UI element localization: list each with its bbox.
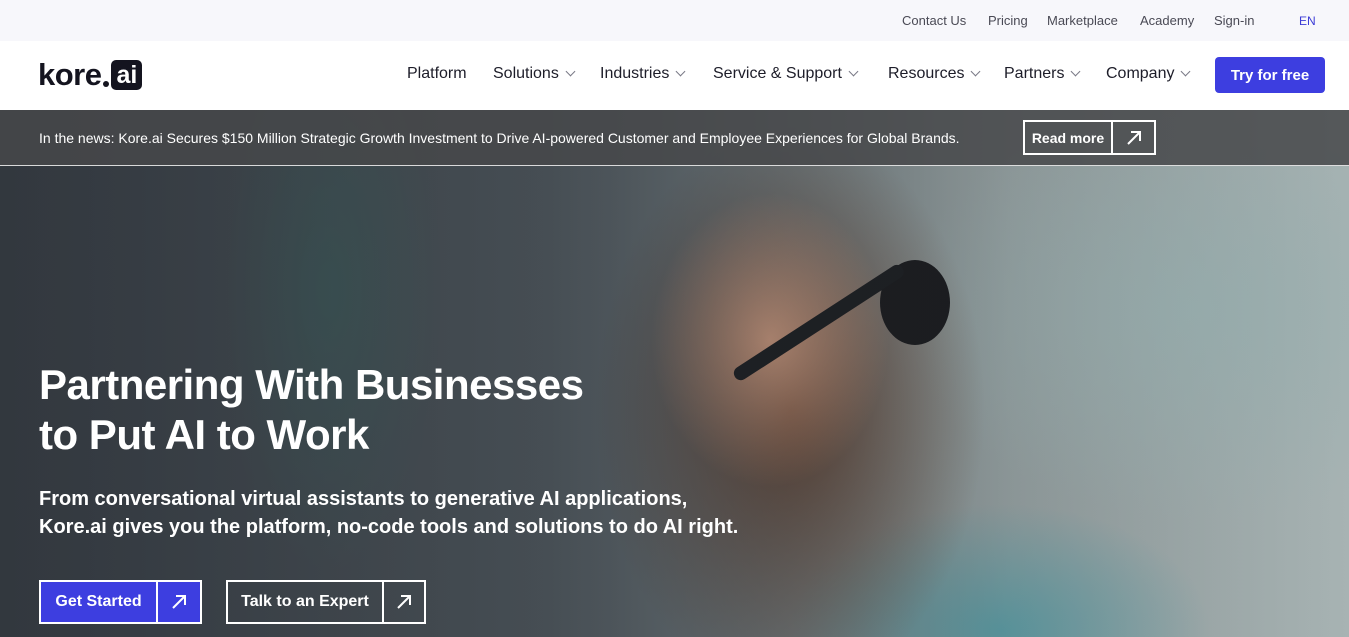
arrow-up-right-icon [1113, 122, 1154, 153]
chevron-down-icon [971, 66, 981, 77]
nav-partners[interactable]: Partners [1004, 65, 1081, 83]
logo-suffix: ai [111, 60, 143, 90]
chevron-down-icon [565, 66, 576, 77]
chevron-down-icon [1181, 66, 1191, 77]
pricing-link[interactable]: Pricing [988, 13, 1028, 28]
main-header: kore ai Platform Solutions Industries Se… [0, 41, 1349, 110]
logo-dot [103, 81, 110, 87]
contact-us-link[interactable]: Contact Us [902, 13, 966, 28]
nav-resources[interactable]: Resources [888, 65, 981, 83]
chevron-down-icon [848, 66, 859, 77]
nav-industries[interactable]: Industries [600, 65, 686, 83]
nav-industries-label: Industries [600, 65, 670, 82]
try-for-free-button[interactable]: Try for free [1215, 57, 1325, 93]
hero-title-line1: Partnering With Businesses [39, 361, 584, 408]
get-started-button[interactable]: Get Started [39, 580, 202, 624]
nav-partners-label: Partners [1004, 65, 1065, 82]
arrow-up-right-icon [158, 582, 200, 622]
nav-solutions[interactable]: Solutions [493, 65, 576, 83]
hero-title: Partnering With Businesses to Put AI to … [39, 360, 739, 460]
nav-solutions-label: Solutions [493, 65, 559, 82]
chevron-down-icon [675, 66, 686, 77]
nav-platform-label: Platform [407, 65, 467, 82]
sign-in-link[interactable]: Sign-in [1214, 13, 1254, 28]
talk-to-expert-button[interactable]: Talk to an Expert [226, 580, 426, 624]
kore-ai-logo[interactable]: kore ai [38, 57, 143, 92]
news-text: In the news: Kore.ai Secures $150 Millio… [39, 130, 960, 146]
nav-platform[interactable]: Platform [407, 65, 467, 83]
marketplace-link[interactable]: Marketplace [1047, 13, 1118, 28]
utility-bar: Contact Us Pricing Marketplace Academy S… [0, 0, 1349, 41]
nav-company-label: Company [1106, 65, 1175, 82]
nav-service-support[interactable]: Service & Support [713, 65, 859, 83]
nav-service-support-label: Service & Support [713, 65, 842, 82]
hero-subtitle-line1: From conversational virtual assistants t… [39, 488, 688, 510]
hero-title-line2: to Put AI to Work [39, 411, 369, 458]
news-banner: In the news: Kore.ai Secures $150 Millio… [0, 110, 1349, 166]
nav-company[interactable]: Company [1106, 65, 1191, 83]
hero-subtitle-line2: Kore.ai gives you the platform, no-code … [39, 516, 739, 538]
logo-brand: kore [38, 57, 102, 92]
academy-link[interactable]: Academy [1140, 13, 1194, 28]
get-started-label: Get Started [41, 582, 158, 622]
talk-to-expert-label: Talk to an Expert [228, 582, 384, 622]
chevron-down-icon [1071, 66, 1081, 77]
nav-resources-label: Resources [888, 65, 965, 82]
hero-subtitle: From conversational virtual assistants t… [39, 485, 799, 541]
arrow-up-right-icon [384, 582, 424, 622]
language-selector[interactable]: EN [1299, 14, 1316, 28]
hero-section: In the news: Kore.ai Secures $150 Millio… [0, 110, 1349, 637]
read-more-label: Read more [1025, 122, 1113, 153]
read-more-button[interactable]: Read more [1023, 120, 1156, 155]
